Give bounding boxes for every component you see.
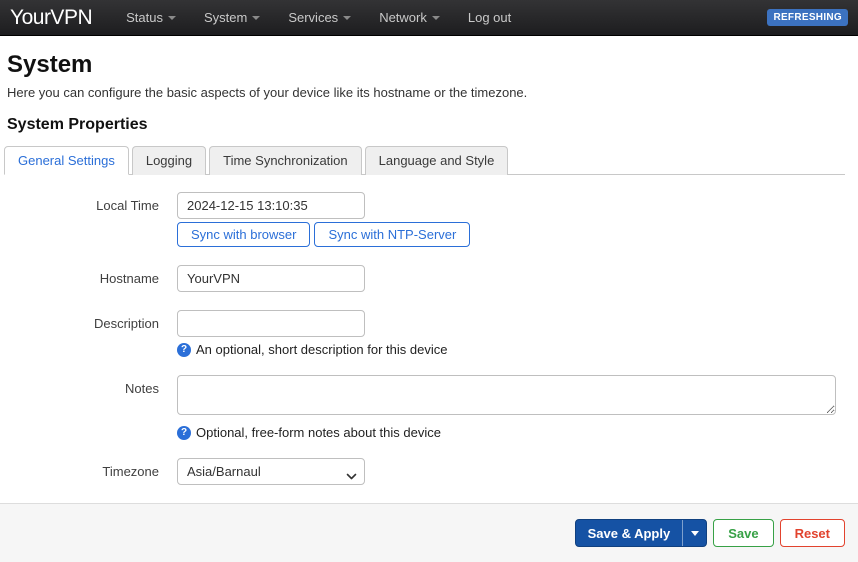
top-navbar: YourVPN Status System Services Network L… xyxy=(0,0,858,36)
help-icon xyxy=(177,426,191,440)
nav-item-label: Log out xyxy=(468,10,511,25)
description-label: Description xyxy=(7,310,177,357)
nav-item-label: Status xyxy=(126,10,163,25)
sync-with-ntp-server-button[interactable]: Sync with NTP-Server xyxy=(314,222,470,247)
settings-tab-bar: General Settings Logging Time Synchroniz… xyxy=(4,146,845,175)
chevron-down-icon xyxy=(432,16,440,20)
save-and-apply-dropdown-toggle[interactable] xyxy=(682,520,706,546)
page-description: Here you can configure the basic aspects… xyxy=(7,85,845,100)
system-properties-form: Local Time Sync with browser Sync with N… xyxy=(7,192,845,485)
notes-label: Notes xyxy=(7,375,177,440)
chevron-down-icon xyxy=(252,16,260,20)
nav-item-label: Network xyxy=(379,10,427,25)
save-and-apply-label[interactable]: Save & Apply xyxy=(576,520,683,546)
tab-general-settings[interactable]: General Settings xyxy=(4,146,129,175)
hostname-row: Hostname xyxy=(7,265,845,292)
reset-button[interactable]: Reset xyxy=(780,519,845,547)
nav-item-services[interactable]: Services xyxy=(288,10,351,25)
local-time-row: Local Time Sync with browser Sync with N… xyxy=(7,192,845,247)
tab-language-and-style[interactable]: Language and Style xyxy=(365,146,509,175)
caret-down-icon xyxy=(691,531,699,536)
nav-item-logout[interactable]: Log out xyxy=(468,10,511,25)
section-title: System Properties xyxy=(7,116,845,134)
hostname-label: Hostname xyxy=(7,265,177,292)
notes-row: Notes Optional, free-form notes about th… xyxy=(7,375,845,440)
description-help-text: An optional, short description for this … xyxy=(196,342,447,357)
nav-item-system[interactable]: System xyxy=(204,10,260,25)
nav-item-network[interactable]: Network xyxy=(379,10,440,25)
hostname-input[interactable] xyxy=(177,265,365,292)
chevron-down-icon xyxy=(168,16,176,20)
nav-item-label: Services xyxy=(288,10,338,25)
refreshing-status-badge: REFRESHING xyxy=(767,9,848,26)
nav-item-status[interactable]: Status xyxy=(126,10,176,25)
description-row: Description An optional, short descripti… xyxy=(7,310,845,357)
tab-logging[interactable]: Logging xyxy=(132,146,206,175)
save-and-apply-button[interactable]: Save & Apply xyxy=(575,519,708,547)
timezone-row: Timezone Asia/Barnaul xyxy=(7,458,845,485)
description-input[interactable] xyxy=(177,310,365,337)
sync-with-browser-button[interactable]: Sync with browser xyxy=(177,222,310,247)
nav-item-label: System xyxy=(204,10,247,25)
save-button[interactable]: Save xyxy=(713,519,773,547)
page-title: System xyxy=(7,51,845,79)
page-content: System Here you can configure the basic … xyxy=(0,51,858,485)
timezone-select[interactable]: Asia/Barnaul xyxy=(177,458,365,485)
help-icon xyxy=(177,343,191,357)
notes-help-text: Optional, free-form notes about this dev… xyxy=(196,425,441,440)
chevron-down-icon xyxy=(343,16,351,20)
notes-textarea[interactable] xyxy=(177,375,836,415)
local-time-label: Local Time xyxy=(7,192,177,247)
footer-action-bar: Save & Apply Save Reset xyxy=(0,503,858,562)
tab-time-synchronization[interactable]: Time Synchronization xyxy=(209,146,362,175)
brand-logo[interactable]: YourVPN xyxy=(10,6,92,30)
timezone-label: Timezone xyxy=(7,458,177,485)
local-time-input[interactable] xyxy=(177,192,365,219)
